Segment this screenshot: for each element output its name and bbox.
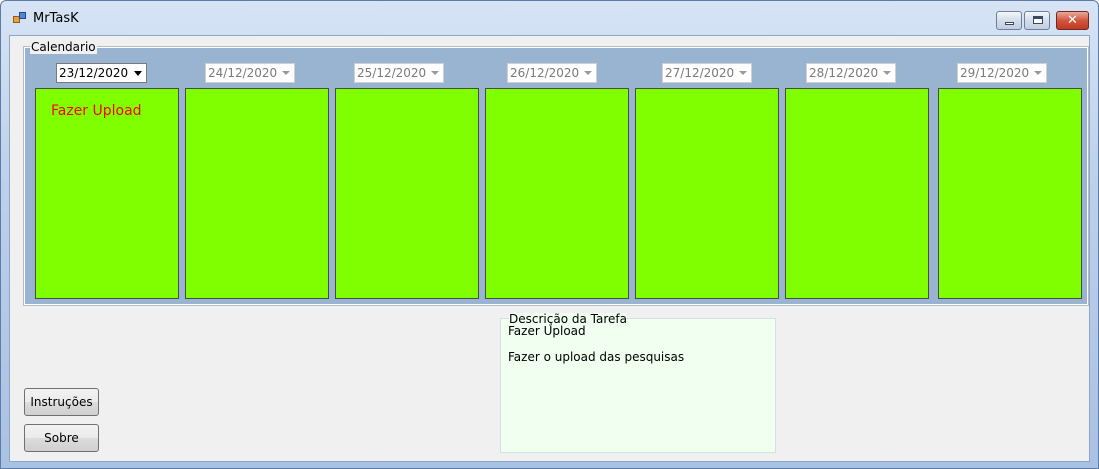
- minimize-button[interactable]: [996, 11, 1022, 30]
- chevron-down-icon: [584, 71, 592, 75]
- calendar-label: Calendario: [30, 40, 97, 54]
- task-label[interactable]: Fazer Upload: [51, 103, 142, 119]
- calendar-group: Calendario 23/12/2020 24/12/2020 25/12/2…: [23, 41, 1089, 306]
- date-picker-value: 25/12/2020: [357, 66, 427, 80]
- window-title: MrTasK: [33, 11, 79, 26]
- maximize-icon: [1033, 16, 1043, 24]
- maximize-button[interactable]: [1024, 11, 1050, 30]
- date-picker-4[interactable]: 26/12/2020: [507, 63, 597, 83]
- day-panel-2[interactable]: [185, 88, 329, 299]
- chevron-down-icon: [282, 71, 290, 75]
- app-window: MrTasK ✕ Calendario 23/12/2020 24/12/202…: [0, 0, 1099, 469]
- date-picker-value: 26/12/2020: [510, 66, 580, 80]
- chevron-down-icon: [883, 71, 891, 75]
- client-area: Calendario 23/12/2020 24/12/2020 25/12/2…: [9, 35, 1090, 462]
- chevron-down-icon: [739, 71, 747, 75]
- description-body: Fazer o upload das pesquisas: [508, 350, 685, 364]
- instructions-button[interactable]: Instruções: [24, 388, 99, 416]
- date-picker-7[interactable]: 29/12/2020: [957, 63, 1047, 83]
- day-panel-7[interactable]: [938, 88, 1082, 299]
- date-picker-5[interactable]: 27/12/2020: [662, 63, 752, 83]
- close-icon: ✕: [1067, 13, 1078, 28]
- close-button[interactable]: ✕: [1056, 11, 1089, 30]
- chevron-down-icon: [1034, 71, 1042, 75]
- about-button[interactable]: Sobre: [24, 424, 99, 452]
- date-picker-value: 27/12/2020: [665, 66, 735, 80]
- title-bar[interactable]: MrTasK ✕: [1, 1, 1098, 35]
- date-picker-6[interactable]: 28/12/2020: [806, 63, 896, 83]
- day-panel-6[interactable]: [785, 88, 929, 299]
- day-panel-1[interactable]: Fazer Upload: [35, 88, 179, 299]
- task-description-group: Descrição da Tarefa Fazer Upload Fazer o…: [500, 313, 776, 453]
- date-picker-value: 28/12/2020: [809, 66, 879, 80]
- date-picker-3[interactable]: 25/12/2020: [354, 63, 444, 83]
- chevron-down-icon: [431, 71, 439, 75]
- date-picker-value: 24/12/2020: [208, 66, 278, 80]
- date-picker-value: 23/12/2020: [59, 66, 129, 80]
- day-panel-5[interactable]: [635, 88, 779, 299]
- app-icon: [13, 12, 27, 25]
- window-controls: ✕: [996, 11, 1089, 30]
- minimize-icon: [1005, 22, 1014, 25]
- chevron-down-icon: [134, 71, 142, 76]
- date-picker-2[interactable]: 24/12/2020: [205, 63, 295, 83]
- day-panel-3[interactable]: [335, 88, 479, 299]
- date-picker-value: 29/12/2020: [960, 66, 1030, 80]
- description-title: Fazer Upload: [508, 324, 586, 338]
- day-panel-4[interactable]: [485, 88, 629, 299]
- date-picker-1[interactable]: 23/12/2020: [56, 63, 147, 83]
